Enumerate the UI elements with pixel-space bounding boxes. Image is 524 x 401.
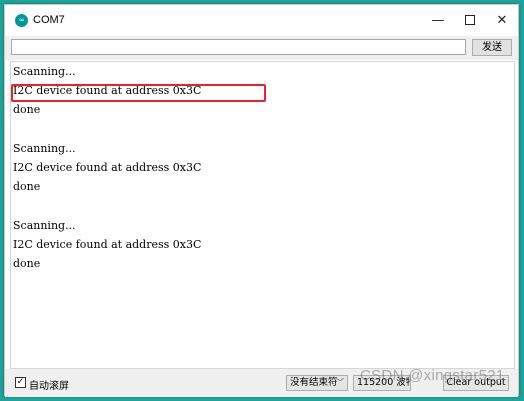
send-button[interactable]: 发送 bbox=[472, 39, 512, 56]
output-line: done bbox=[13, 180, 41, 193]
title-bar: ∞ COM7 — ✕ bbox=[5, 5, 518, 36]
send-row: 发送 bbox=[5, 36, 518, 60]
output-line: done bbox=[13, 257, 41, 270]
arduino-icon: ∞ bbox=[15, 14, 28, 27]
output-line: Scanning... bbox=[13, 65, 76, 78]
window-title: COM7 bbox=[33, 14, 65, 26]
output-line: Scanning... bbox=[13, 219, 76, 232]
close-button[interactable]: ✕ bbox=[486, 5, 518, 36]
output-line: I2C device found at address 0x3C bbox=[13, 161, 202, 174]
chevron-down-icon: ﹀ bbox=[336, 378, 344, 387]
serial-monitor-window: ∞ COM7 — ✕ 发送 Scanning... I2C device fou… bbox=[4, 4, 519, 397]
maximize-button[interactable] bbox=[454, 5, 486, 36]
output-line: Scanning... bbox=[13, 142, 76, 155]
watermark: CSDN @xingstar521 bbox=[360, 367, 505, 384]
line-ending-value: 没有结束符 bbox=[290, 377, 338, 388]
output-line: I2C device found at address 0x3C bbox=[13, 238, 202, 251]
autoscroll-checkbox[interactable]: ✓ bbox=[15, 377, 26, 388]
autoscroll-label: 自动滚屏 bbox=[29, 381, 69, 392]
output-line: done bbox=[13, 103, 41, 116]
send-input[interactable] bbox=[11, 39, 466, 55]
serial-output[interactable]: Scanning... I2C device found at address … bbox=[10, 61, 515, 369]
highlight-box bbox=[11, 84, 266, 102]
line-ending-select[interactable]: 没有结束符 ﹀ bbox=[286, 375, 348, 391]
maximize-icon bbox=[465, 14, 475, 25]
minimize-button[interactable]: — bbox=[422, 5, 454, 36]
